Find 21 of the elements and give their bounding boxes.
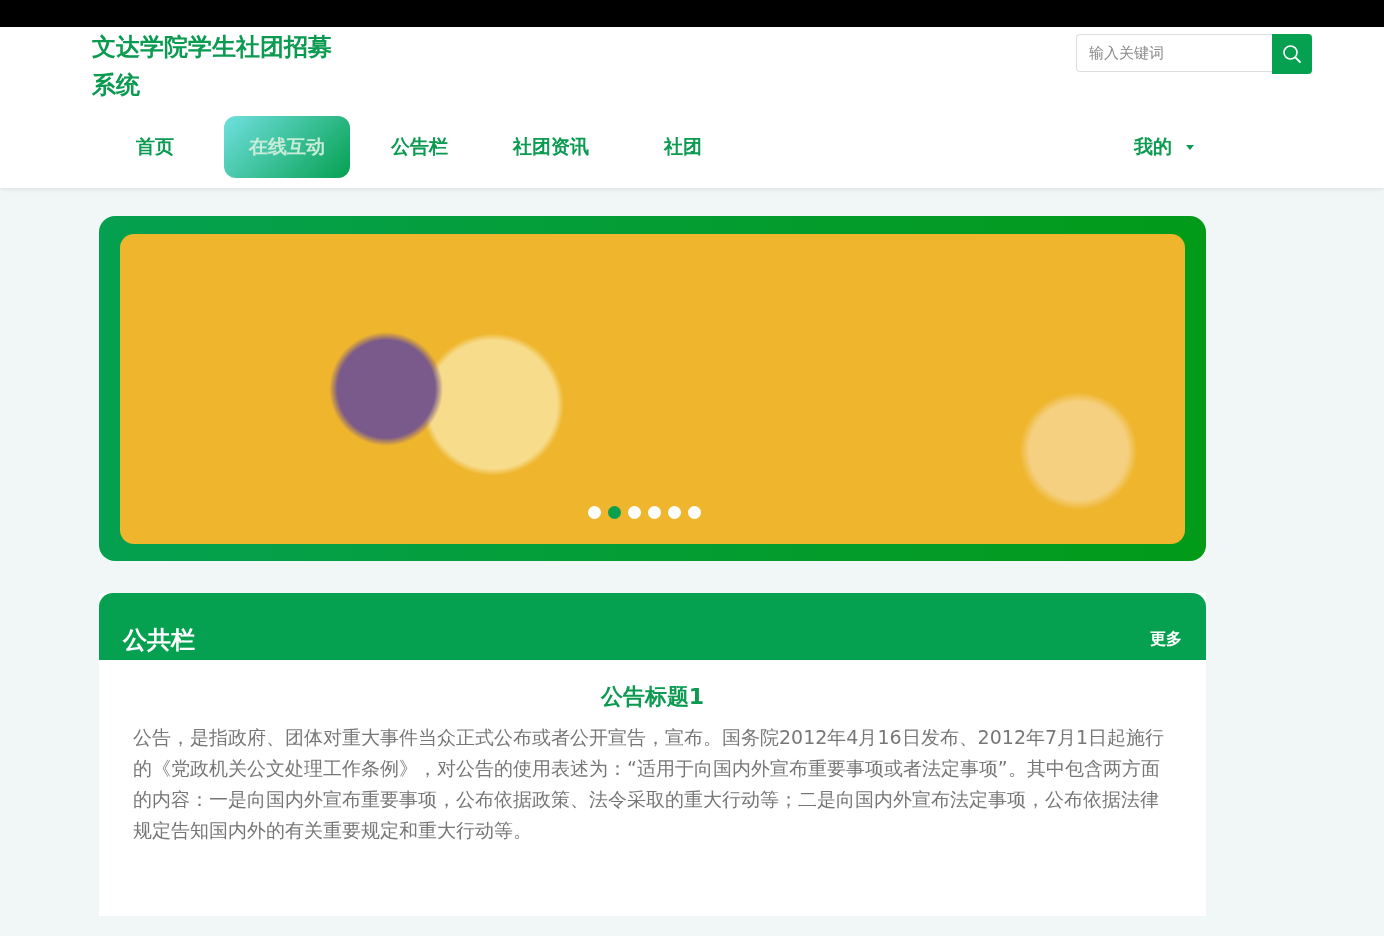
more-link[interactable]: 更多	[1150, 629, 1182, 656]
carousel-dot[interactable]	[588, 506, 601, 519]
user-menu[interactable]: 我的	[1134, 130, 1194, 164]
panel-title: 公共栏	[123, 625, 195, 656]
nav-tab[interactable]: 社团资讯	[488, 116, 614, 178]
nav-tab[interactable]: 社团	[620, 116, 746, 178]
search-icon	[1282, 44, 1302, 64]
carousel-dot[interactable]	[628, 506, 641, 519]
carousel-dot[interactable]	[608, 506, 621, 519]
nav-tab[interactable]: 首页	[92, 116, 218, 178]
nav-tab[interactable]: 公告栏	[356, 116, 482, 178]
search-field[interactable]: 输入关键词	[1076, 34, 1272, 72]
site-title: 文达学院学生社团招募系统	[92, 32, 333, 101]
notice-text: 公告，是指政府、团体对重大事件当众正式公布或者公开宣告，宣布。国务院2012年4月16日发布、2012年7月1日起施行的《党政机关公文处理工作条例》，对公告的使用表述为：“适用于向国内外宣布重要事项或者法定事项”。其中包含两方面的内容：一是向国内外宣布重要事项，公布依据政策、法令采取的重大行动等；二是向国内外宣布法定事项，公布依据法律规定告知国内外的有关重要规定和重大行动等。	[133, 725, 1166, 843]
carousel-dot[interactable]	[668, 506, 681, 519]
caret-icon	[1186, 144, 1194, 150]
carousel-dot[interactable]	[688, 506, 701, 519]
carousel-dot[interactable]	[648, 506, 661, 519]
notice-title[interactable]: 公告标题1	[133, 682, 1172, 712]
search-button[interactable]	[1272, 34, 1312, 74]
nav-tab[interactable]: 在线互动	[224, 116, 350, 178]
